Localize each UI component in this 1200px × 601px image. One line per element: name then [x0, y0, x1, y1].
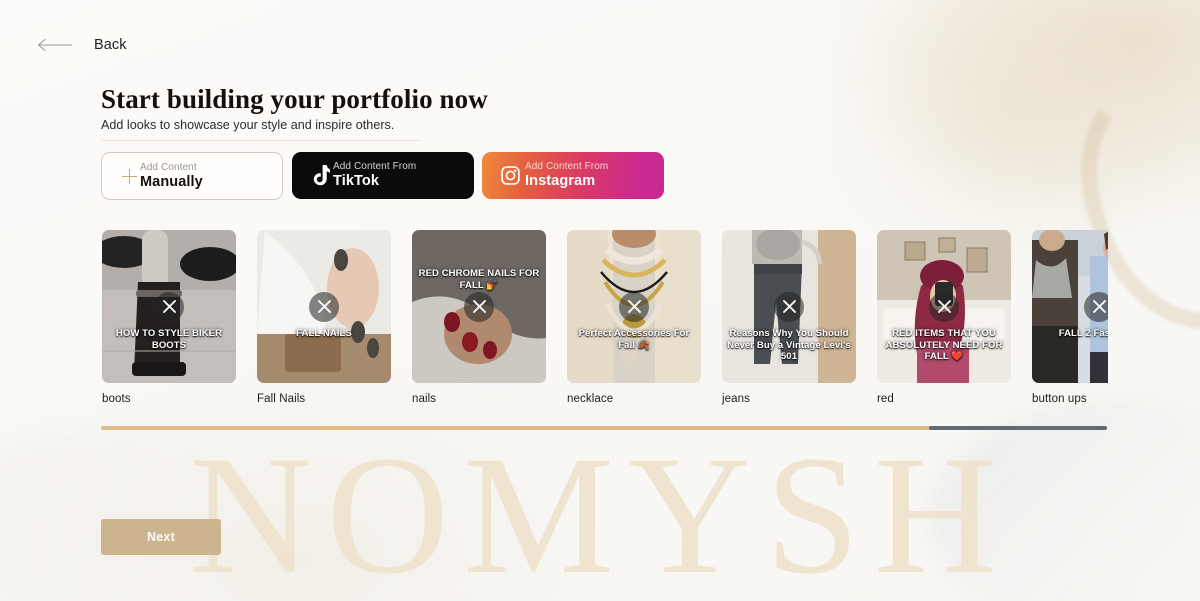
add-content-instagram-button[interactable]: Add Content From Instagram	[482, 152, 664, 199]
add-manually-top-label: Add Content	[140, 161, 197, 173]
background-smudge-left	[0, 430, 260, 601]
card-thumbnail[interactable]: RED CHROME NAILS FOR FALL 💅	[412, 230, 546, 383]
add-content-manually-button[interactable]: Add Content Manually	[101, 152, 283, 200]
close-icon	[1092, 300, 1106, 313]
content-card[interactable]: FALL 2 Fashion T button ups	[1032, 230, 1108, 405]
card-label: Fall Nails	[257, 393, 306, 405]
add-content-tiktok-button[interactable]: Add Content From TikTok	[292, 152, 474, 199]
content-card[interactable]: RED ITEMS THAT YOU ABSOLUTELY NEED FOR F…	[877, 230, 1011, 405]
card-caption: HOW TO STYLE BIKER BOOTS	[115, 328, 223, 351]
card-caption: Reasons Why You Should Never Buy a Vinta…	[727, 328, 851, 362]
content-cards-row: HOW TO STYLE BIKER BOOTS boots FALL NAIL…	[102, 230, 1108, 405]
next-button[interactable]: Next	[101, 519, 221, 555]
tiktok-icon	[307, 165, 333, 186]
arrow-left-icon	[38, 38, 72, 52]
card-label: necklace	[567, 393, 614, 405]
close-icon	[937, 300, 951, 313]
card-thumbnail[interactable]: FALL NAILS	[257, 230, 391, 383]
content-card[interactable]: Perfect Accessories For Fall 🍂 necklace	[567, 230, 701, 405]
card-label: boots	[102, 393, 131, 405]
content-card[interactable]: Reasons Why You Should Never Buy a Vinta…	[722, 230, 856, 405]
content-card[interactable]: HOW TO STYLE BIKER BOOTS boots	[102, 230, 236, 405]
back-label: Back	[94, 37, 127, 53]
card-thumbnail[interactable]: Perfect Accessories For Fall 🍂	[567, 230, 701, 383]
close-icon	[472, 300, 486, 313]
page-title: Start building your portfolio now	[101, 84, 488, 114]
instagram-main-label: Instagram	[525, 173, 596, 189]
card-thumbnail[interactable]: RED ITEMS THAT YOU ABSOLUTELY NEED FOR F…	[877, 230, 1011, 383]
remove-card-button[interactable]	[309, 291, 339, 322]
close-icon	[782, 300, 796, 313]
card-caption: FALL NAILS	[296, 328, 352, 339]
card-caption: FALL 2 Fashion T	[1058, 328, 1108, 339]
tiktok-top-label: Add Content From	[333, 161, 417, 172]
cards-scrollbar-thumb[interactable]	[929, 426, 1107, 430]
page-subtitle: Add looks to showcase your style and ins…	[101, 118, 395, 132]
add-manually-main-label: Manually	[140, 173, 203, 190]
card-thumbnail[interactable]: FALL 2 Fashion T	[1032, 230, 1108, 383]
brand-watermark: NOMYSH	[189, 421, 1011, 601]
card-label: red	[877, 393, 894, 405]
remove-card-button[interactable]	[619, 291, 649, 322]
back-button[interactable]: Back	[0, 30, 127, 60]
remove-card-button[interactable]	[464, 291, 494, 322]
close-icon	[162, 300, 176, 313]
content-cards-strip: HOW TO STYLE BIKER BOOTS boots FALL NAIL…	[102, 230, 1108, 405]
remove-card-button[interactable]	[154, 291, 184, 322]
card-thumbnail[interactable]: HOW TO STYLE BIKER BOOTS	[102, 230, 236, 383]
close-icon	[317, 300, 331, 313]
content-card[interactable]: FALL NAILS Fall Nails	[257, 230, 391, 405]
remove-card-button[interactable]	[774, 291, 804, 322]
cards-scrollbar-track[interactable]	[101, 426, 1107, 430]
remove-card-button[interactable]	[1084, 291, 1108, 322]
plus-icon	[118, 168, 140, 184]
card-caption: RED ITEMS THAT YOU ABSOLUTELY NEED FOR F…	[885, 328, 1003, 362]
card-caption: RED CHROME NAILS FOR FALL 💅	[418, 268, 540, 291]
background-smudge-right	[930, 400, 1200, 601]
card-label: jeans	[722, 393, 750, 405]
card-label: button ups	[1032, 393, 1087, 405]
instagram-icon	[496, 165, 525, 186]
card-caption: Perfect Accessories For Fall 🍂	[578, 328, 690, 351]
instagram-top-label: Add Content From	[525, 161, 609, 172]
remove-card-button[interactable]	[929, 291, 959, 322]
close-icon	[627, 300, 641, 313]
card-thumbnail[interactable]: Reasons Why You Should Never Buy a Vinta…	[722, 230, 856, 383]
background-brushstroke-top	[967, 0, 1200, 266]
content-card[interactable]: RED CHROME NAILS FOR FALL 💅 nails	[412, 230, 546, 405]
source-buttons-group: Add Content Manually Add Content From Ti…	[101, 152, 664, 200]
tiktok-main-label: TikTok	[333, 173, 379, 189]
header-divider	[101, 140, 421, 141]
card-label: nails	[412, 393, 437, 405]
